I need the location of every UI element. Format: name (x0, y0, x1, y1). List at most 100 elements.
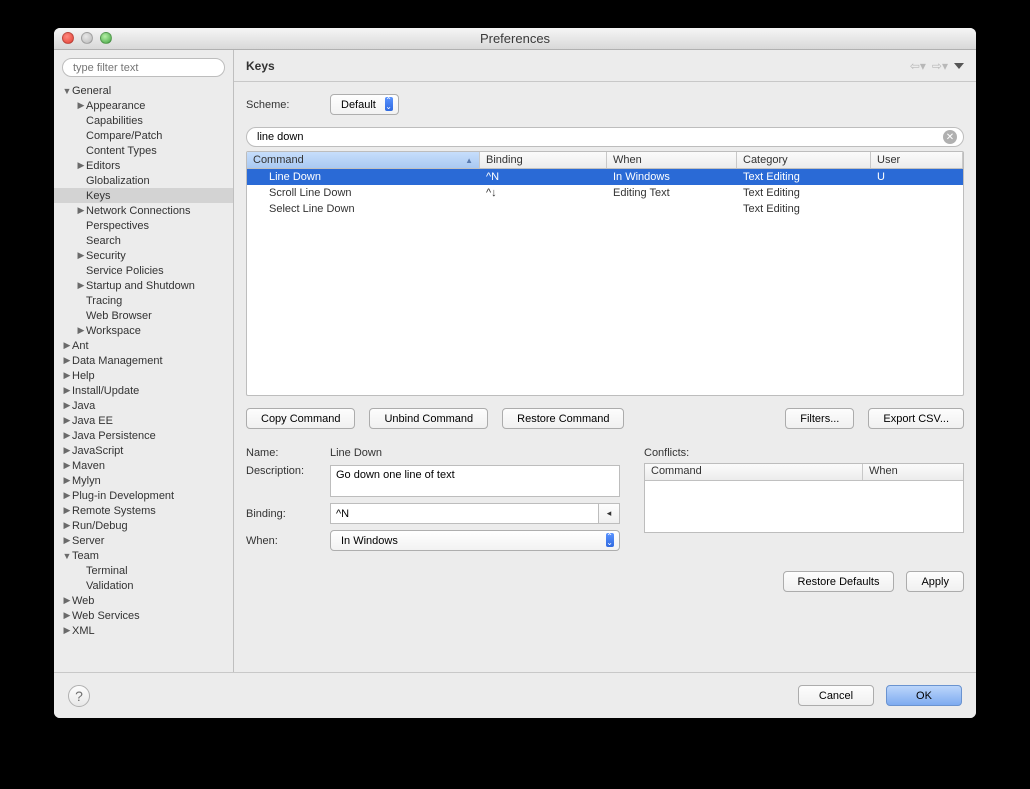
tree-item-web-services[interactable]: ▶Web Services (54, 608, 233, 623)
tree-item-java-ee[interactable]: ▶Java EE (54, 413, 233, 428)
tree-item-install-update[interactable]: ▶Install/Update (54, 383, 233, 398)
tree-expand-icon[interactable]: ▶ (62, 475, 72, 486)
tree-item-startup-and-shutdown[interactable]: ▶Startup and Shutdown (54, 278, 233, 293)
tree-item-web-browser[interactable]: Web Browser (54, 308, 233, 323)
tree-expand-icon[interactable]: ▶ (62, 355, 72, 366)
tree-item-server[interactable]: ▶Server (54, 533, 233, 548)
forward-icon[interactable]: ⇨▾ (932, 59, 948, 73)
help-button[interactable]: ? (68, 685, 90, 707)
preference-tree[interactable]: ▼General▶AppearanceCapabilitiesCompare/P… (54, 83, 233, 672)
sidebar-filter-input[interactable] (62, 58, 225, 77)
table-row[interactable]: Select Line DownText Editing (247, 201, 963, 217)
tree-expand-icon[interactable]: ▶ (76, 205, 86, 216)
tree-item-tracing[interactable]: Tracing (54, 293, 233, 308)
tree-expand-icon[interactable]: ▶ (62, 370, 72, 381)
tree-item-ant[interactable]: ▶Ant (54, 338, 233, 353)
tree-item-security[interactable]: ▶Security (54, 248, 233, 263)
minimize-window-button[interactable] (81, 32, 93, 44)
keys-search-input[interactable] (257, 131, 943, 143)
tree-item-java[interactable]: ▶Java (54, 398, 233, 413)
tree-expand-icon[interactable]: ▶ (62, 610, 72, 621)
export-csv-button[interactable]: Export CSV... (868, 408, 964, 429)
tree-item-network-connections[interactable]: ▶Network Connections (54, 203, 233, 218)
tree-expand-icon[interactable]: ▶ (76, 160, 86, 171)
tree-expand-icon[interactable]: ▶ (62, 385, 72, 396)
tree-item-workspace[interactable]: ▶Workspace (54, 323, 233, 338)
tree-item-data-management[interactable]: ▶Data Management (54, 353, 233, 368)
keys-table-body[interactable]: Line Down^NIn WindowsText EditingUScroll… (247, 169, 963, 395)
tree-expand-icon[interactable]: ▶ (76, 325, 86, 336)
tree-expand-icon[interactable]: ▶ (62, 460, 72, 471)
column-user[interactable]: User (871, 152, 963, 168)
tree-expand-icon[interactable]: ▶ (62, 535, 72, 546)
tree-expand-icon[interactable]: ▶ (62, 490, 72, 501)
tree-item-search[interactable]: Search (54, 233, 233, 248)
tree-item-appearance[interactable]: ▶Appearance (54, 98, 233, 113)
filters-button[interactable]: Filters... (785, 408, 854, 429)
binding-menu-button[interactable]: ◂ (599, 503, 620, 524)
tree-expand-icon[interactable]: ▶ (62, 415, 72, 426)
column-binding[interactable]: Binding (480, 152, 607, 168)
tree-expand-icon[interactable]: ▶ (76, 250, 86, 261)
tree-expand-icon[interactable]: ▶ (62, 520, 72, 531)
apply-button[interactable]: Apply (906, 571, 964, 592)
zoom-window-button[interactable] (100, 32, 112, 44)
restore-command-button[interactable]: Restore Command (502, 408, 624, 429)
tree-item-perspectives[interactable]: Perspectives (54, 218, 233, 233)
binding-input[interactable] (330, 503, 599, 524)
tree-collapse-icon[interactable]: ▼ (62, 86, 72, 96)
tree-item-keys[interactable]: Keys (54, 188, 233, 203)
cancel-button[interactable]: Cancel (798, 685, 874, 706)
tree-expand-icon[interactable]: ▶ (62, 430, 72, 441)
tree-item-service-policies[interactable]: Service Policies (54, 263, 233, 278)
tree-item-plug-in-development[interactable]: ▶Plug-in Development (54, 488, 233, 503)
scheme-select[interactable]: Default (330, 94, 399, 115)
conflict-column-when[interactable]: When (863, 464, 963, 480)
view-menu-icon[interactable] (954, 61, 964, 71)
clear-search-icon[interactable]: ✕ (943, 130, 957, 144)
tree-expand-icon[interactable]: ▶ (62, 400, 72, 411)
column-when[interactable]: When (607, 152, 737, 168)
tree-item-validation[interactable]: Validation (54, 578, 233, 593)
tree-item-editors[interactable]: ▶Editors (54, 158, 233, 173)
column-category[interactable]: Category (737, 152, 871, 168)
tree-expand-icon[interactable]: ▶ (62, 625, 72, 636)
back-icon[interactable]: ⇦▾ (910, 59, 926, 73)
tree-item-globalization[interactable]: Globalization (54, 173, 233, 188)
close-window-button[interactable] (62, 32, 74, 44)
tree-item-run-debug[interactable]: ▶Run/Debug (54, 518, 233, 533)
tree-item-java-persistence[interactable]: ▶Java Persistence (54, 428, 233, 443)
tree-item-terminal[interactable]: Terminal (54, 563, 233, 578)
tree-item-team[interactable]: ▼Team (54, 548, 233, 563)
tree-item-capabilities[interactable]: Capabilities (54, 113, 233, 128)
tree-item-content-types[interactable]: Content Types (54, 143, 233, 158)
restore-defaults-button[interactable]: Restore Defaults (783, 571, 895, 592)
unbind-command-button[interactable]: Unbind Command (369, 408, 488, 429)
tree-item-mylyn[interactable]: ▶Mylyn (54, 473, 233, 488)
conflict-column-command[interactable]: Command (645, 464, 863, 480)
binding-label: Binding: (246, 508, 330, 520)
copy-command-button[interactable]: Copy Command (246, 408, 355, 429)
table-row[interactable]: Scroll Line Down^↓Editing TextText Editi… (247, 185, 963, 201)
tree-expand-icon[interactable]: ▶ (62, 595, 72, 606)
tree-item-javascript[interactable]: ▶JavaScript (54, 443, 233, 458)
tree-item-xml[interactable]: ▶XML (54, 623, 233, 638)
tree-expand-icon[interactable]: ▶ (62, 445, 72, 456)
tree-item-web[interactable]: ▶Web (54, 593, 233, 608)
tree-item-maven[interactable]: ▶Maven (54, 458, 233, 473)
ok-button[interactable]: OK (886, 685, 962, 706)
column-command[interactable]: Command▲ (247, 152, 480, 168)
tree-item-remote-systems[interactable]: ▶Remote Systems (54, 503, 233, 518)
tree-item-general[interactable]: ▼General (54, 83, 233, 98)
tree-expand-icon[interactable]: ▶ (76, 100, 86, 111)
description-input[interactable] (330, 465, 620, 497)
when-select[interactable]: In Windows (330, 530, 620, 551)
tree-expand-icon[interactable]: ▶ (62, 340, 72, 351)
tree-item-help[interactable]: ▶Help (54, 368, 233, 383)
tree-expand-icon[interactable]: ▶ (62, 505, 72, 516)
tree-expand-icon[interactable]: ▶ (76, 280, 86, 291)
tree-item-compare-patch[interactable]: Compare/Patch (54, 128, 233, 143)
tree-collapse-icon[interactable]: ▼ (62, 551, 72, 561)
table-row[interactable]: Line Down^NIn WindowsText EditingU (247, 169, 963, 185)
tree-item-label: General (72, 85, 111, 97)
